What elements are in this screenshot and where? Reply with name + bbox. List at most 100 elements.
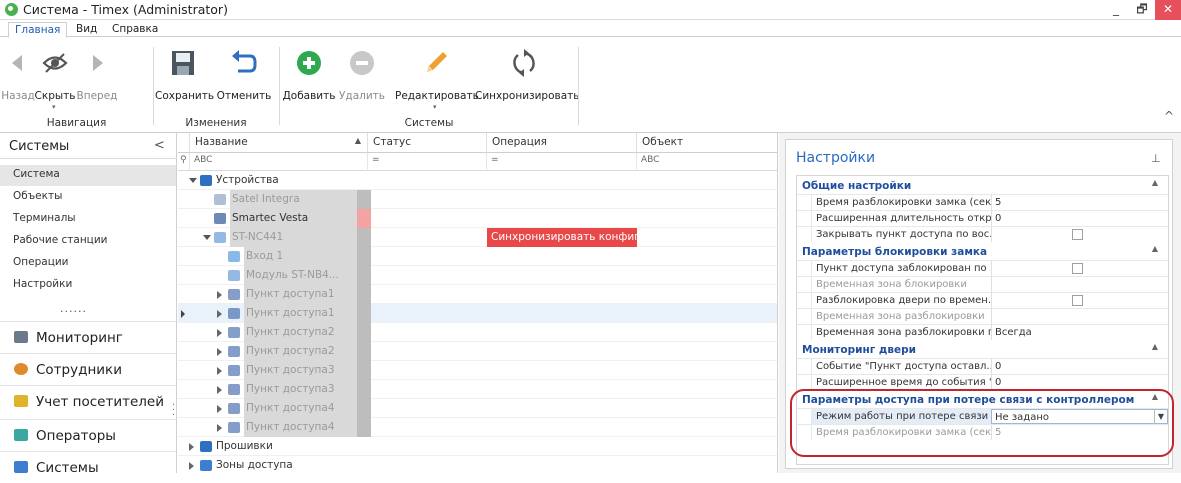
property-row[interactable]: Расширенное время до события "... 0 (797, 374, 1168, 390)
collapse-toggle-icon[interactable] (203, 235, 211, 240)
tab-main[interactable]: Главная (8, 22, 68, 38)
column-header-operation[interactable]: Операция (487, 133, 637, 153)
table-row[interactable]: Satel Integra (178, 190, 777, 209)
property-value[interactable]: 0 (991, 375, 1168, 390)
row-name: Вход 1 (244, 247, 357, 266)
add-button[interactable]: Добавить (281, 45, 337, 105)
collapse-nav-icon[interactable]: < (154, 138, 165, 153)
table-row[interactable]: Пункт доступа2 (178, 323, 777, 342)
pin-icon[interactable]: ⊥ (1151, 152, 1161, 165)
filter-object[interactable]: ABC (637, 153, 777, 171)
nav-group-systems[interactable]: Системы (0, 451, 176, 483)
property-value[interactable] (991, 277, 1168, 292)
collapse-ribbon-icon[interactable]: ^ (1164, 109, 1174, 123)
expand-toggle-icon[interactable] (217, 291, 222, 299)
property-value[interactable]: Всегда (991, 325, 1168, 340)
property-row[interactable]: Время разблокировки замка (сек) 5 (797, 194, 1168, 210)
property-checkbox[interactable] (1072, 263, 1083, 274)
property-value[interactable]: 0 (991, 359, 1168, 374)
column-header-status[interactable]: Статус (368, 133, 487, 153)
table-row[interactable]: Зоны доступа (178, 456, 777, 473)
column-header-object[interactable]: Объект (637, 133, 777, 153)
sync-button[interactable]: Синхронизировать (475, 45, 579, 105)
property-row[interactable]: Временная зона разблокировки п... Всегда (797, 324, 1168, 340)
expand-toggle-icon[interactable] (217, 367, 222, 375)
table-row[interactable]: Пункт доступа2 (178, 342, 777, 361)
table-row[interactable]: Пункт доступа1 (178, 285, 777, 304)
property-checkbox-cell[interactable] (991, 261, 1168, 276)
table-row[interactable]: Smartec Vesta (178, 209, 777, 228)
table-row[interactable]: Вход 1 (178, 247, 777, 266)
filter-name[interactable]: ABC (190, 153, 368, 171)
property-value[interactable] (991, 309, 1168, 324)
nav-item-system[interactable]: Система (0, 165, 176, 186)
property-category[interactable]: Параметры блокировки замка ▲ (797, 244, 1168, 259)
restore-button[interactable]: 🗗 (1129, 0, 1155, 20)
filter-operation[interactable]: = (487, 153, 637, 171)
nav-item-operations[interactable]: Операции (0, 253, 176, 274)
table-row[interactable]: Модуль ST-NB4... (178, 266, 777, 285)
table-row[interactable]: ST-NC441 Синхронизировать конфигу... (178, 228, 777, 247)
nav-item-terminals[interactable]: Терминалы (0, 209, 176, 230)
property-row[interactable]: Событие "Пункт доступа оставл... 0 (797, 358, 1168, 374)
hide-button[interactable]: Скрыть ▾ (32, 45, 78, 111)
property-row[interactable]: Расширенная длительность откр... 0 (797, 210, 1168, 226)
collapse-category-icon[interactable]: ▲ (1152, 178, 1158, 187)
minimize-button[interactable]: _ (1103, 0, 1129, 20)
table-row[interactable]: Пункт доступа3 (178, 380, 777, 399)
table-row[interactable]: Устройства (178, 171, 777, 190)
expand-toggle-icon[interactable] (217, 310, 222, 318)
nav-item-objects[interactable]: Объекты (0, 187, 176, 208)
undo-button[interactable]: Отменить (216, 45, 272, 105)
collapse-category-icon[interactable]: ▲ (1152, 244, 1158, 253)
filter-status[interactable]: = (368, 153, 487, 171)
property-value-text: 0 (995, 377, 1002, 388)
table-row[interactable]: Пункт доступа3 (178, 361, 777, 380)
property-checkbox[interactable] (1072, 295, 1083, 306)
column-header-name[interactable]: Название ▲ (190, 133, 368, 153)
collapse-category-icon[interactable]: ▲ (1152, 342, 1158, 351)
table-row[interactable]: Пункт доступа4 (178, 418, 777, 437)
expand-toggle-icon[interactable] (217, 424, 222, 432)
expand-toggle-icon[interactable] (217, 329, 222, 337)
collapse-toggle-icon[interactable] (189, 178, 197, 183)
property-row[interactable]: Пункт доступа заблокирован по ... (797, 260, 1168, 276)
expand-toggle-icon[interactable] (217, 405, 222, 413)
property-row[interactable]: Временная зона блокировки (797, 276, 1168, 292)
table-row[interactable]: Прошивки (178, 437, 777, 456)
nav-item-workstations[interactable]: Рабочие станции (0, 231, 176, 252)
delete-button[interactable]: Удалить (336, 45, 388, 105)
expand-toggle-icon[interactable] (189, 443, 194, 451)
property-row[interactable]: Временная зона разблокировки (797, 308, 1168, 324)
nav-group-operators[interactable]: Операторы (0, 419, 176, 451)
nav-item-settings[interactable]: Настройки (0, 275, 176, 296)
property-value[interactable]: 5 (991, 195, 1168, 210)
tab-view[interactable]: Вид (70, 22, 103, 38)
tab-help[interactable]: Справка (106, 22, 164, 38)
nav-splitter-grip[interactable]: · · · (172, 401, 175, 421)
table-row[interactable]: Пункт доступа4 (178, 399, 777, 418)
property-row[interactable]: Разблокировка двери по времен... (797, 292, 1168, 308)
expand-toggle-icon[interactable] (217, 386, 222, 394)
property-checkbox-cell[interactable] (991, 293, 1168, 308)
property-value[interactable]: 0 (991, 211, 1168, 226)
property-label: Временная зона блокировки (811, 277, 991, 292)
property-category[interactable]: Общие настройки ▲ (797, 178, 1168, 193)
expand-toggle-icon[interactable] (217, 348, 222, 356)
property-checkbox-cell[interactable] (991, 227, 1168, 242)
expand-toggle-icon[interactable] (189, 462, 194, 470)
row-name: Пункт доступа3 (244, 380, 357, 399)
close-button[interactable]: ✕ (1155, 0, 1181, 20)
save-button[interactable]: Сохранить (155, 45, 214, 105)
property-row[interactable]: Закрывать пункт доступа по вос... (797, 226, 1168, 242)
nav-overflow-dots[interactable]: ...... (60, 302, 87, 315)
forward-button[interactable]: Вперед (76, 45, 118, 105)
nav-group-employees[interactable]: Сотрудники (0, 353, 176, 385)
nav-group-monitoring[interactable]: Мониторинг (0, 321, 176, 353)
property-checkbox[interactable] (1072, 229, 1083, 240)
edit-button[interactable]: Редактировать ▾ (395, 45, 479, 111)
door-icon (228, 346, 240, 357)
table-row[interactable]: Пункт доступа1 (178, 304, 777, 323)
nav-group-visitors[interactable]: Учет посетителей (0, 385, 176, 417)
property-category[interactable]: Мониторинг двери ▲ (797, 342, 1168, 357)
